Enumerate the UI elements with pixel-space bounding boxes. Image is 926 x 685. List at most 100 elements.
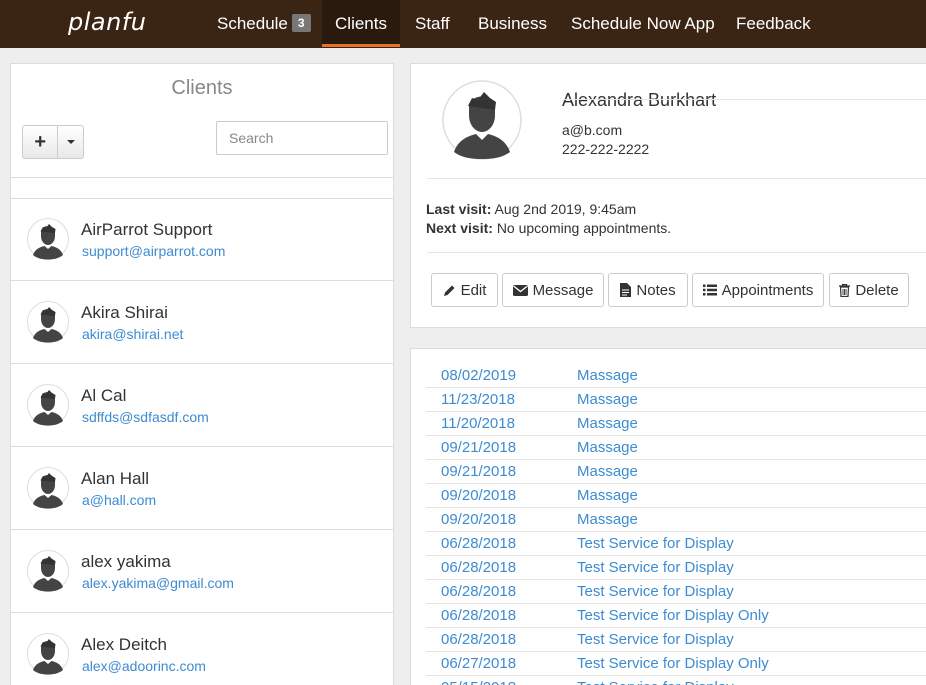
- appointment-service-link[interactable]: Test Service for Display Only: [577, 607, 769, 624]
- appointment-row[interactable]: 06/28/2018 Test Service for Display: [426, 556, 926, 580]
- appointment-date-link[interactable]: 06/28/2018: [441, 631, 516, 648]
- add-client-button[interactable]: +: [23, 126, 59, 158]
- top-nav: planfu Schedule 3 Clients Staff Business …: [0, 0, 926, 48]
- add-client-button-group: +: [22, 125, 84, 159]
- nav-clients[interactable]: Clients: [322, 0, 400, 47]
- appointment-service-link[interactable]: Test Service for Display: [577, 583, 734, 600]
- appointment-row[interactable]: 09/21/2018 Massage: [426, 460, 926, 484]
- list-icon: [702, 284, 717, 296]
- appointment-date-link[interactable]: 09/20/2018: [441, 487, 516, 504]
- appointment-service-link[interactable]: Test Service for Display: [577, 559, 734, 576]
- appointment-service-link[interactable]: Massage: [577, 439, 638, 456]
- appointment-date-link[interactable]: 11/20/2018: [441, 415, 515, 432]
- client-list-item[interactable]: alex yakima alex.yakima@gmail.com: [11, 530, 393, 613]
- avatar-icon: [27, 467, 69, 509]
- appointment-row[interactable]: 09/21/2018 Massage: [426, 436, 926, 460]
- client-item-email[interactable]: alex.yakima@gmail.com: [82, 575, 234, 591]
- client-list-item[interactable]: Alan Hall a@hall.com: [11, 447, 393, 530]
- message-button[interactable]: Message: [502, 273, 604, 307]
- edit-button[interactable]: Edit: [431, 273, 498, 307]
- client-item-email[interactable]: sdffds@sdfasdf.com: [82, 409, 209, 425]
- appointment-date-link[interactable]: 11/23/2018: [441, 391, 515, 408]
- appointment-date-link[interactable]: 08/02/2019: [441, 367, 516, 384]
- appointment-service-link[interactable]: Test Service for Display: [577, 631, 734, 648]
- appointment-date-link[interactable]: 09/21/2018: [441, 439, 516, 456]
- appointment-row[interactable]: 06/28/2018 Test Service for Display Only: [426, 604, 926, 628]
- appointment-date-link[interactable]: 06/28/2018: [441, 607, 516, 624]
- schedule-count-badge: 3: [291, 14, 311, 32]
- next-visit-value: No upcoming appointments.: [496, 220, 672, 236]
- avatar-icon: [27, 633, 69, 675]
- trash-icon: [839, 283, 851, 297]
- appointment-service-link[interactable]: Massage: [577, 463, 638, 480]
- client-item-name: Alex Deitch: [81, 635, 167, 654]
- appointment-service-link[interactable]: Massage: [577, 415, 638, 432]
- appointment-row[interactable]: 06/28/2018 Test Service for Display: [426, 580, 926, 604]
- appointment-service-link[interactable]: Test Service for Display: [577, 679, 734, 685]
- appointment-history-panel: 08/02/2019 Massage 11/23/2018 Massage 11/20/…: [410, 348, 926, 685]
- client-email: a@b.com: [562, 122, 623, 138]
- nav-schedule-now-app[interactable]: Schedule Now App: [571, 0, 715, 48]
- delete-label: Delete: [855, 281, 899, 299]
- add-options-dropdown[interactable]: [58, 126, 83, 158]
- appointment-service-link[interactable]: Massage: [577, 487, 638, 504]
- nav-schedule[interactable]: Schedule 3: [217, 0, 311, 48]
- appointment-row[interactable]: 05/15/2018 Test Service for Display: [426, 676, 926, 685]
- client-item-email[interactable]: alex@adoorinc.com: [82, 658, 206, 674]
- appointment-service-link[interactable]: Test Service for Display Only: [577, 655, 769, 672]
- client-item-email[interactable]: support@airparrot.com: [82, 243, 225, 259]
- appointment-row[interactable]: 11/23/2018 Massage: [426, 388, 926, 412]
- client-list-item[interactable]: Alex Deitch alex@adoorinc.com: [11, 613, 393, 685]
- pencil-icon: [443, 285, 455, 296]
- appointment-row[interactable]: 06/27/2018 Test Service for Display Only: [426, 652, 926, 676]
- client-list-item[interactable]: Al Cal sdffds@sdfasdf.com: [11, 364, 393, 447]
- last-visit-label: Last visit:: [426, 201, 492, 217]
- appointment-service-link[interactable]: Massage: [577, 367, 638, 384]
- avatar-icon: [27, 301, 69, 343]
- appointment-date-link[interactable]: 06/28/2018: [441, 559, 516, 576]
- client-item-email[interactable]: a@hall.com: [82, 492, 156, 508]
- appointment-row[interactable]: 06/28/2018 Test Service for Display: [426, 628, 926, 652]
- message-label: Message: [532, 281, 594, 299]
- appointment-row[interactable]: 09/20/2018 Massage: [426, 508, 926, 532]
- divider: [427, 178, 926, 179]
- appointment-service-link[interactable]: Massage: [577, 391, 638, 408]
- nav-feedback[interactable]: Feedback: [736, 0, 811, 48]
- appointment-date-link[interactable]: 09/20/2018: [441, 511, 516, 528]
- client-search-input[interactable]: [216, 121, 388, 155]
- appointment-date-link[interactable]: 06/27/2018: [441, 655, 516, 672]
- appointment-row[interactable]: 08/02/2019 Massage: [426, 364, 926, 388]
- client-phone: 222-222-2222: [562, 141, 650, 157]
- appointment-date-link[interactable]: 06/28/2018: [441, 583, 516, 600]
- client-profile-panel: Alexandra Burkhart a@b.com 222-222-2222 …: [410, 63, 926, 328]
- avatar-icon: [27, 550, 69, 592]
- client-item-name: Akira Shirai: [81, 303, 168, 322]
- appointment-date-link[interactable]: 09/21/2018: [441, 463, 516, 480]
- appointment-service-link[interactable]: Massage: [577, 511, 638, 528]
- nav-schedule-label: Schedule: [217, 14, 288, 33]
- appointments-label: Appointments: [721, 281, 814, 299]
- delete-button[interactable]: Delete: [829, 273, 909, 307]
- appointment-row[interactable]: 11/20/2018 Massage: [426, 412, 926, 436]
- nav-business[interactable]: Business: [478, 0, 547, 48]
- clients-panel-title: Clients: [171, 77, 233, 99]
- client-list-item[interactable]: AirParrot Support support@airparrot.com: [11, 198, 393, 281]
- avatar-icon: [27, 384, 69, 426]
- client-list-item[interactable]: Akira Shirai akira@shirai.net: [11, 281, 393, 364]
- client-item-name: Alan Hall: [81, 469, 150, 488]
- appointments-button[interactable]: Appointments: [692, 273, 824, 307]
- appointment-row[interactable]: 09/20/2018 Massage: [426, 484, 926, 508]
- appointment-date-link[interactable]: 05/15/2018: [441, 679, 516, 685]
- appointment-date-link[interactable]: 06/28/2018: [441, 535, 516, 552]
- next-visit-label: Next visit:: [426, 220, 493, 236]
- notes-button[interactable]: Notes: [608, 273, 688, 307]
- client-item-email[interactable]: akira@shirai.net: [82, 326, 183, 342]
- appointment-service-link[interactable]: Test Service for Display: [577, 535, 734, 552]
- notes-label: Notes: [636, 281, 676, 299]
- appointment-row[interactable]: 06/28/2018 Test Service for Display: [426, 532, 926, 556]
- edit-label: Edit: [460, 281, 487, 299]
- document-icon: [620, 283, 632, 297]
- divider: [563, 99, 926, 100]
- nav-staff[interactable]: Staff: [415, 0, 450, 48]
- planfu-logo[interactable]: planfu: [68, 8, 146, 36]
